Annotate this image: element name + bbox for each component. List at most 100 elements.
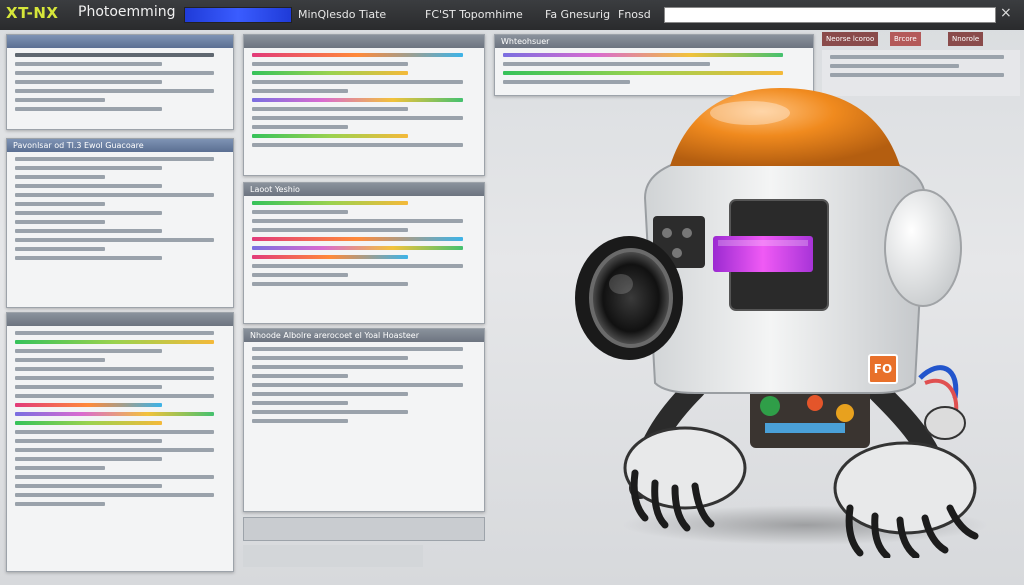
bottom-toolbar-2 [243, 545, 423, 567]
list-item[interactable] [252, 134, 408, 138]
progress-bar [184, 7, 292, 23]
list-item[interactable] [830, 64, 959, 68]
list-item[interactable] [503, 53, 783, 57]
list-item[interactable] [252, 62, 408, 66]
list-item[interactable] [252, 125, 348, 129]
close-icon[interactable]: × [1000, 5, 1012, 21]
menu-title-3[interactable]: Fa Gnesurig [545, 8, 610, 21]
list-item[interactable] [252, 228, 408, 232]
list-item[interactable] [252, 98, 464, 102]
list-item[interactable] [503, 80, 631, 84]
list-item[interactable] [15, 80, 162, 84]
list-item[interactable] [15, 394, 214, 398]
list-item[interactable] [252, 365, 464, 369]
list-item[interactable] [15, 349, 162, 353]
panel-mid-left: Pavonlsar od Tl.3 Ewol Guacoare [6, 138, 234, 308]
list-item[interactable] [15, 367, 214, 371]
list-item[interactable] [252, 201, 408, 205]
panel-header [7, 35, 233, 48]
tab-3[interactable]: Nnorole [948, 32, 984, 46]
list-item[interactable] [503, 71, 783, 75]
list-item[interactable] [252, 374, 348, 378]
list-item[interactable] [252, 107, 408, 111]
progress-fill [185, 8, 291, 22]
list-item[interactable] [252, 401, 348, 405]
list-item[interactable] [252, 246, 464, 250]
panel-header: Whteohsuer [495, 35, 813, 48]
list-item[interactable] [252, 273, 348, 277]
list-item[interactable] [252, 410, 408, 414]
list-item[interactable] [503, 62, 710, 66]
list-item[interactable] [15, 457, 162, 461]
menu-title-2[interactable]: FC'ST Topomhime [425, 8, 523, 21]
list-item[interactable] [252, 392, 408, 396]
list-item[interactable] [252, 219, 464, 223]
app-logo: XT-NX [6, 4, 59, 22]
panel-top-left [6, 34, 234, 130]
list-item[interactable] [15, 157, 214, 161]
list-item[interactable] [830, 55, 1005, 59]
menu-title-1[interactable]: MinQlesdo Tiate [298, 8, 386, 21]
bottom-toolbar [243, 517, 485, 541]
list-item[interactable] [15, 376, 214, 380]
list-item[interactable] [15, 256, 162, 260]
list-item[interactable] [15, 475, 214, 479]
robot-illustration [575, 88, 979, 558]
list-item[interactable] [252, 80, 464, 84]
list-item[interactable] [15, 71, 214, 75]
search-input[interactable] [664, 7, 996, 23]
list-item[interactable] [15, 493, 214, 497]
list-item[interactable] [252, 143, 464, 147]
list-item[interactable] [15, 98, 106, 102]
panel-header: Laoot Yeshio [244, 183, 484, 196]
list-item[interactable] [252, 419, 348, 423]
tab-2[interactable]: Brcore [890, 32, 921, 46]
list-item[interactable] [15, 502, 106, 506]
list-item[interactable] [830, 73, 1005, 77]
tab-1[interactable]: Neorse lcoroo [822, 32, 879, 46]
list-item[interactable] [252, 383, 464, 387]
list-item[interactable] [252, 210, 348, 214]
list-item[interactable] [15, 247, 106, 251]
list-item[interactable] [15, 484, 162, 488]
list-item[interactable] [252, 264, 464, 268]
list-item[interactable] [15, 229, 162, 233]
list-item[interactable] [15, 430, 214, 434]
list-item[interactable] [15, 53, 214, 57]
list-item[interactable] [252, 282, 408, 286]
list-item[interactable] [15, 107, 162, 111]
list-item[interactable] [15, 466, 106, 470]
list-item[interactable] [15, 403, 162, 407]
list-item[interactable] [15, 211, 162, 215]
list-item[interactable] [15, 358, 106, 362]
list-item[interactable] [252, 255, 408, 259]
list-item[interactable] [15, 202, 106, 206]
list-item[interactable] [252, 89, 348, 93]
list-item[interactable] [15, 166, 162, 170]
app-title: Photoemming [78, 4, 176, 20]
list-item[interactable] [15, 412, 214, 416]
panel-header [244, 35, 484, 48]
list-item[interactable] [15, 439, 162, 443]
list-item[interactable] [15, 331, 214, 335]
panel-bottom-left [6, 312, 234, 572]
list-item[interactable] [15, 220, 106, 224]
list-item[interactable] [15, 193, 214, 197]
list-item[interactable] [15, 175, 106, 179]
list-item[interactable] [15, 448, 214, 452]
list-item[interactable] [252, 347, 464, 351]
list-item[interactable] [252, 53, 464, 57]
list-item[interactable] [15, 340, 214, 344]
list-item[interactable] [15, 385, 162, 389]
list-item[interactable] [15, 62, 162, 66]
list-item[interactable] [252, 71, 408, 75]
list-item[interactable] [252, 356, 408, 360]
list-item[interactable] [252, 237, 464, 241]
list-item[interactable] [252, 116, 464, 120]
list-item[interactable] [15, 421, 162, 425]
robot-badge: FO [868, 354, 898, 384]
list-item[interactable] [15, 184, 162, 188]
list-item[interactable] [15, 89, 214, 93]
list-item[interactable] [15, 238, 214, 242]
menu-title-4[interactable]: Fnosd [618, 8, 651, 21]
